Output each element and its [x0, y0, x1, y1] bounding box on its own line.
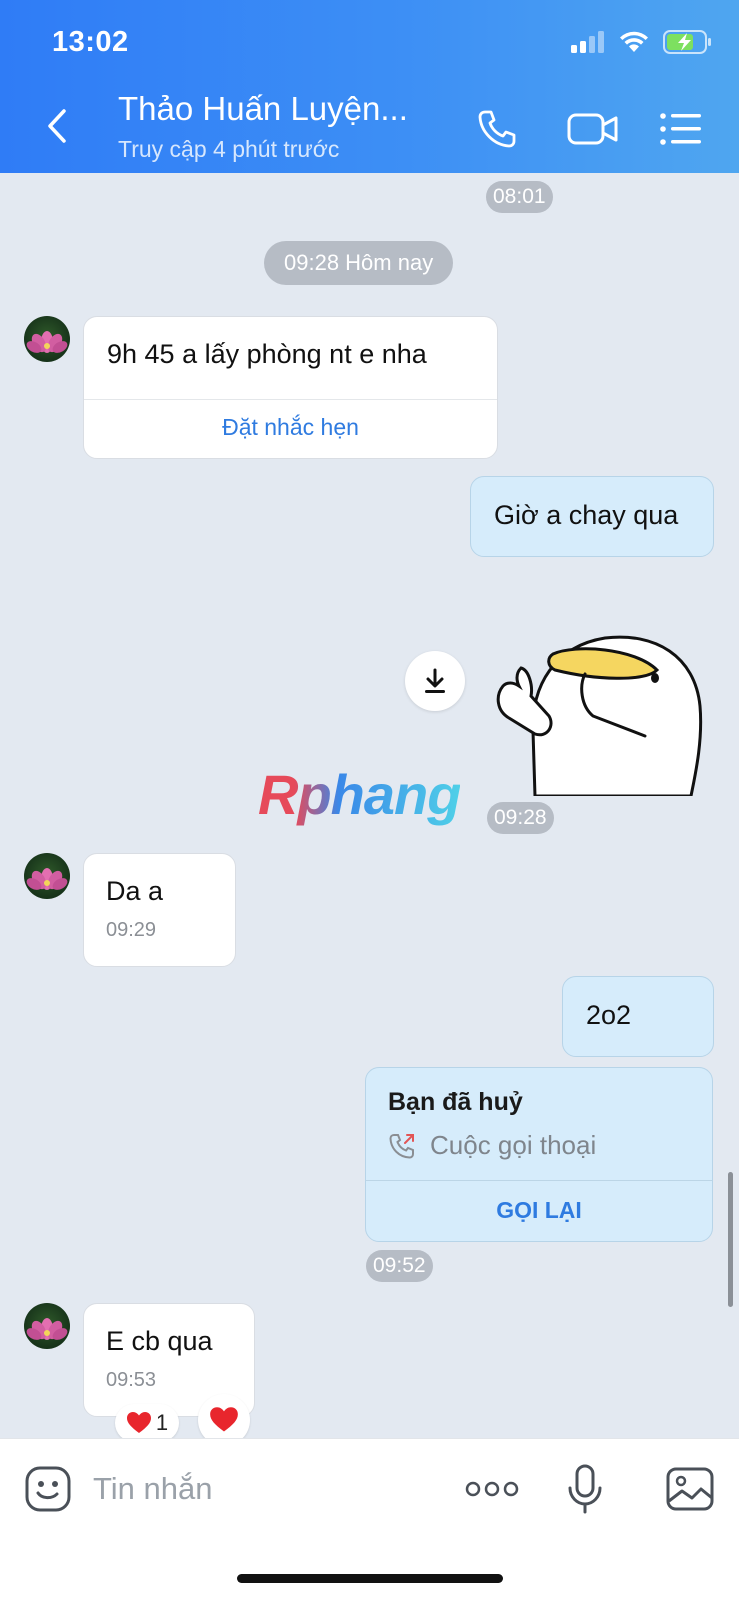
- reaction-summary[interactable]: 1: [115, 1404, 179, 1442]
- message-time: 09:29: [106, 919, 157, 941]
- heart-icon: [126, 1412, 151, 1433]
- message-input[interactable]: Tin nhắn: [93, 1471, 213, 1507]
- message-time: 09:52: [366, 1250, 433, 1282]
- scrollbar[interactable]: [728, 1172, 733, 1307]
- back-button[interactable]: [38, 106, 78, 146]
- message-time: 08:01: [486, 181, 553, 213]
- sticker-image[interactable]: [495, 626, 705, 796]
- contact-avatar[interactable]: [24, 1303, 70, 1349]
- voice-call-button[interactable]: [472, 104, 522, 154]
- download-button[interactable]: [405, 651, 465, 711]
- call-type-row: Cuộc gọi thoại: [388, 1130, 596, 1161]
- cellular-signal-icon: [571, 31, 604, 53]
- lotus-flower-icon: [26, 1318, 68, 1340]
- message-text: Da a: [106, 876, 164, 906]
- contact-avatar[interactable]: [24, 853, 70, 899]
- chat-header: 13:02 Thảo Huấn Luyện... Truy cập 4 phút…: [0, 0, 739, 173]
- outgoing-message[interactable]: 2o2: [562, 976, 714, 1057]
- message-text: 9h 45 a lấy phòng nt e nha: [107, 339, 427, 369]
- wifi-icon: [620, 31, 648, 52]
- message-time: 09:28: [487, 802, 554, 834]
- more-options-button[interactable]: [462, 1461, 522, 1517]
- call-type-label: Cuộc gọi thoại: [430, 1130, 597, 1160]
- battery-charging-icon: [663, 30, 711, 54]
- phone-icon: [478, 110, 516, 148]
- outgoing-call-icon: [389, 1133, 414, 1159]
- chat-options-button[interactable]: [656, 104, 706, 154]
- message-time: 09:53: [106, 1369, 157, 1391]
- contact-avatar[interactable]: [24, 316, 70, 362]
- list-menu-icon: [660, 113, 701, 145]
- lotus-flower-icon: [26, 868, 68, 890]
- home-indicator[interactable]: [237, 1574, 503, 1583]
- more-dots-icon: [465, 1481, 519, 1497]
- status-time: 13:02: [52, 26, 129, 58]
- microphone-icon: [568, 1464, 602, 1514]
- download-icon: [425, 668, 445, 693]
- message-text: 2o2: [586, 1000, 632, 1030]
- outgoing-message[interactable]: Giờ a chay qua: [470, 476, 714, 557]
- video-call-button[interactable]: [562, 104, 624, 154]
- cancelled-call-card[interactable]: Bạn đã huỷ Cuộc gọi thoại GỌI LẠI: [365, 1067, 713, 1242]
- incoming-message[interactable]: Da a 09:29: [83, 853, 236, 967]
- heart-icon: [210, 1407, 238, 1432]
- watermark-logo: Rphang: [258, 763, 461, 826]
- voice-record-button[interactable]: [557, 1461, 613, 1517]
- last-seen-status: Truy cập 4 phút trước: [118, 136, 340, 162]
- call-status-title: Bạn đã huỷ: [388, 1088, 523, 1116]
- bubble-divider: [84, 399, 497, 400]
- set-reminder-link[interactable]: Đặt nhắc hẹn: [84, 414, 497, 441]
- bubble-divider: [366, 1180, 712, 1181]
- contact-name[interactable]: Thảo Huấn Luyện...: [118, 90, 408, 128]
- sticker-button[interactable]: [20, 1461, 76, 1517]
- call-back-button[interactable]: GỌI LẠI: [366, 1197, 712, 1224]
- lotus-flower-icon: [26, 331, 68, 353]
- message-text: E cb qua: [106, 1326, 213, 1356]
- message-text: Giờ a chay qua: [494, 500, 679, 530]
- gallery-button[interactable]: [662, 1461, 718, 1517]
- status-icons: [571, 30, 713, 54]
- chevron-left-icon: [48, 109, 66, 143]
- sticker-face-icon: [25, 1466, 71, 1512]
- date-separator: 09:28 Hôm nay: [264, 241, 454, 285]
- video-camera-icon: [567, 113, 618, 145]
- incoming-message[interactable]: 9h 45 a lấy phòng nt e nha Đặt nhắc hẹn: [83, 316, 498, 459]
- reaction-count: 1: [155, 1410, 169, 1435]
- image-icon: [666, 1467, 714, 1511]
